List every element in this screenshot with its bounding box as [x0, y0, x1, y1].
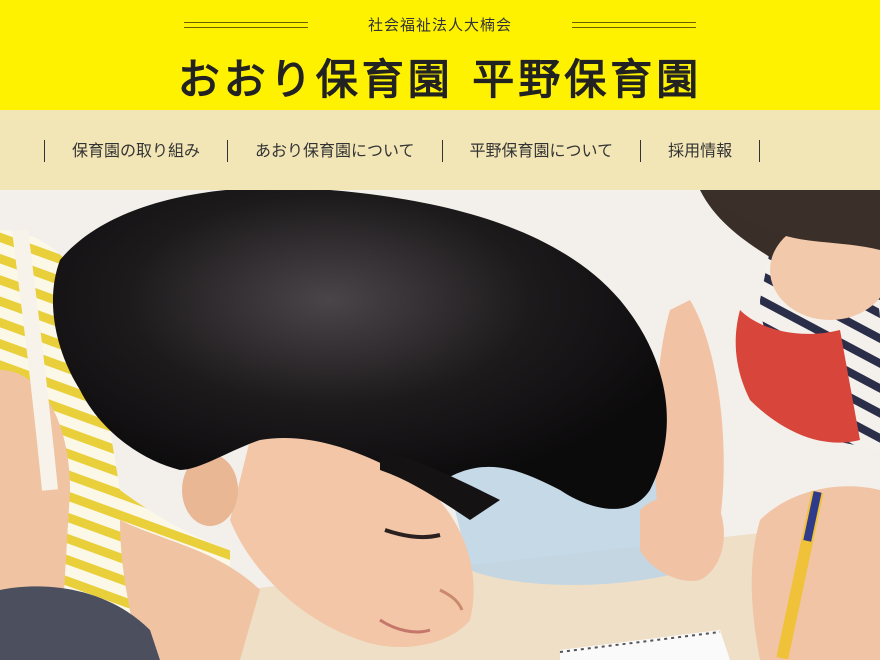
- left-decorative-line: [183, 21, 308, 28]
- nav-item-oori-nursery[interactable]: あおり保育園について: [227, 140, 442, 162]
- organization-name: 社会福祉法人大楠会: [367, 16, 512, 34]
- right-decorative-line: [572, 21, 696, 28]
- nav-list: 保育園の取り組み あおり保育園について 平野保育園について 採用情報: [44, 140, 761, 162]
- site-header: 社会福祉法人大楠会 おおり保育園 平野保育園: [0, 0, 880, 110]
- nav-item-initiatives[interactable]: 保育園の取り組み: [44, 140, 227, 162]
- nav-item-recruitment[interactable]: 採用情報: [640, 140, 761, 162]
- hero-image: [0, 190, 880, 660]
- nav-item-hirano-nursery[interactable]: 平野保育園について: [441, 140, 641, 162]
- site-title-logo[interactable]: おおり保育園 平野保育園: [0, 46, 880, 107]
- hero-photo-children-drawing: [0, 190, 880, 660]
- org-row: 社会福祉法人大楠会: [0, 14, 880, 35]
